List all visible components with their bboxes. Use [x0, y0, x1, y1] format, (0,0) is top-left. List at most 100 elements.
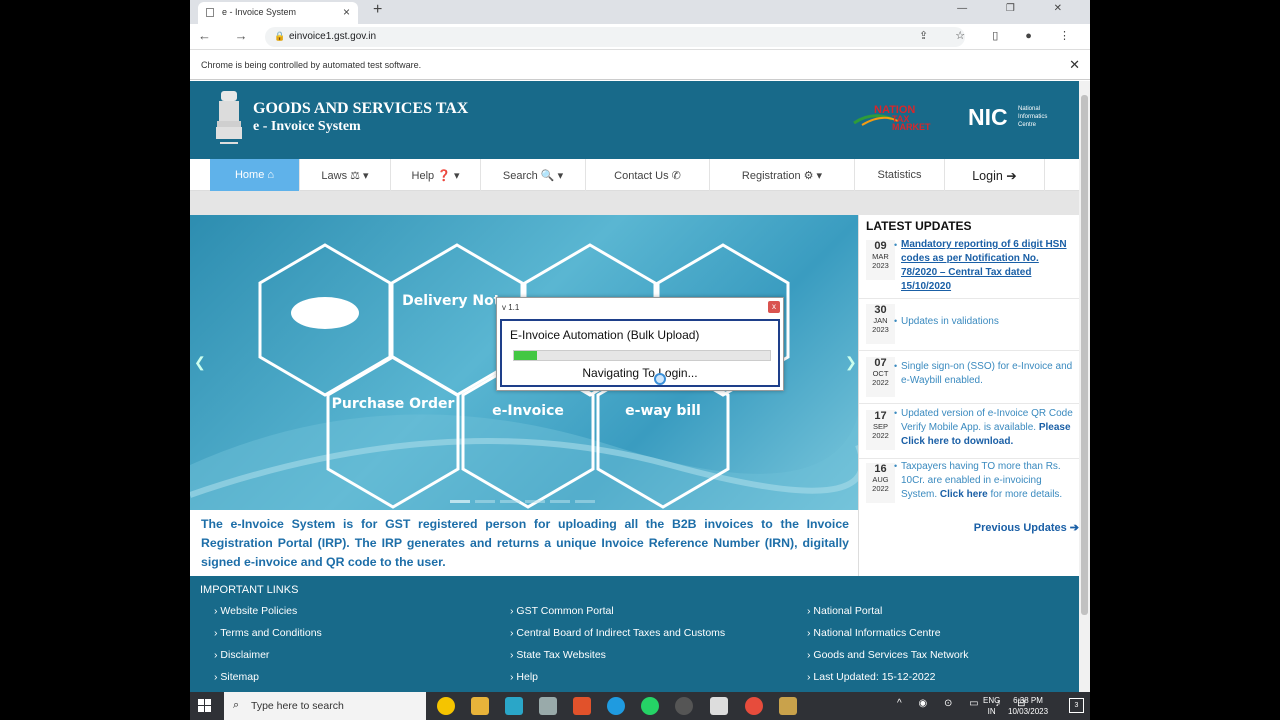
menu-item-contact[interactable]: Contact Us ✆	[586, 159, 710, 191]
carousel-label-einvoice: e-Invoice	[492, 403, 564, 419]
menu-item-help[interactable]: Help ❓ ▾	[391, 159, 481, 191]
notification-icon[interactable]: 3	[1069, 698, 1084, 713]
update-item: 09 MAR 2023 • Mandatory reporting of 6 d…	[859, 237, 1079, 299]
update-item: 17 SEP 2022 • Updated version of e-Invoi…	[859, 404, 1079, 459]
footer-title: IMPORTANT LINKS	[200, 584, 299, 596]
menu-item-registration[interactable]: Registration ⚙ ▾	[710, 159, 855, 191]
close-dialog-button[interactable]: x	[768, 301, 780, 313]
menu-spacer	[190, 191, 1079, 215]
scrollbar-thumb[interactable]	[1081, 95, 1088, 615]
windows-taskbar: ⌕ Type here to search ^ ◉ ⊙ ▭ ♪ ⊟ ENG IN…	[190, 692, 1090, 720]
menu-item-login[interactable]: Login ➔	[945, 159, 1045, 191]
windows-start-icon[interactable]	[198, 699, 212, 713]
edge-icon[interactable]	[607, 697, 625, 715]
new-tab-button[interactable]: +	[373, 1, 382, 19]
update-date: 17 SEP 2022	[866, 410, 895, 450]
dialog-title: E-Invoice Automation (Bulk Upload)	[510, 328, 700, 342]
main-content: Delivery Note Purchase Order e-Invoice e…	[190, 215, 1079, 576]
dialog-status: Navigating To Login...	[582, 366, 698, 380]
dialog-header: v 1.1 x	[497, 298, 783, 318]
menu-item-statistics[interactable]: Statistics	[855, 159, 945, 191]
intro-paragraph: The e-Invoice System is for GST register…	[201, 517, 849, 569]
window-controls[interactable]: — ❐ ✕	[957, 3, 1080, 14]
url-bar[interactable]: 🔒 einvoice1.gst.gov.in	[265, 27, 965, 47]
update-item: 07 OCT 2022 • Single sign-on (SSO) for e…	[859, 351, 1079, 404]
language-indicator[interactable]: ENG IN	[983, 695, 1000, 717]
notepad-icon[interactable]	[710, 697, 728, 715]
update-text: Single sign-on (SSO) for e-Invoice and e…	[901, 361, 1073, 386]
whatsapp-icon[interactable]	[641, 697, 659, 715]
footer-link[interactable]: › State Tax Websites	[510, 649, 606, 661]
browser-tab[interactable]: e - Invoice System ×	[198, 2, 358, 24]
snapchat-icon[interactable]	[437, 697, 455, 715]
close-infobar-icon[interactable]: ✕	[1069, 57, 1080, 73]
chrome-icon[interactable]	[745, 697, 763, 715]
carousel-indicator[interactable]	[525, 500, 545, 503]
update-text: Taxpayers having TO more than Rs. 10Cr. …	[901, 461, 1063, 500]
carousel-prev-icon[interactable]: ❮	[194, 354, 206, 371]
file-explorer-icon[interactable]	[471, 697, 489, 715]
obs-icon[interactable]	[675, 697, 693, 715]
brave-icon[interactable]	[573, 697, 591, 715]
dialog-body: E-Invoice Automation (Bulk Upload) Navig…	[500, 319, 780, 387]
infobar-text: Chrome is being controlled by automated …	[201, 60, 422, 70]
details-link[interactable]: Click here	[940, 489, 988, 500]
footer-link[interactable]: › Help	[510, 671, 538, 683]
tab-strip: e - Invoice System × + — ❐ ✕	[190, 0, 1090, 24]
svg-text:MARKET: MARKET	[892, 122, 931, 131]
search-icon: ⌕	[233, 699, 240, 711]
page-favicon-icon	[206, 8, 214, 17]
page-scrollbar[interactable]	[1079, 81, 1090, 692]
taskbar-search-input[interactable]: ⌕ Type here to search	[224, 692, 426, 720]
carousel-indicator[interactable]	[500, 500, 520, 503]
menu-item-laws[interactable]: Laws ⚖ ▾	[300, 159, 391, 191]
carousel-indicator[interactable]	[575, 500, 595, 503]
update-item: 30 JAN 2023 • Updates in validations	[859, 299, 1079, 351]
svg-text:National: National	[1018, 106, 1040, 112]
busy-cursor-icon	[654, 373, 666, 385]
toolbar-icons[interactable]: ⇪ ☆ ▯ ● ⋮	[919, 29, 1082, 42]
menu-item-search[interactable]: Search 🔍 ▾	[481, 159, 586, 191]
lock-icon[interactable]: 🔒	[274, 31, 285, 42]
latest-updates-panel: LATEST UPDATES 09 MAR 2023 • Mandatory r…	[858, 215, 1079, 576]
nic-logo: NIC National Informatics Centre	[968, 104, 1047, 130]
footer-link[interactable]: › Goods and Services Tax Network	[807, 649, 968, 661]
menu-item-home[interactable]: Home ⌂	[210, 159, 300, 191]
carousel-indicator[interactable]	[450, 500, 470, 503]
updates-title: LATEST UPDATES	[866, 219, 972, 233]
footer-link[interactable]: › National Portal	[807, 605, 882, 617]
footer-link[interactable]: › Disclaimer	[214, 649, 269, 661]
footer-link[interactable]: › Last Updated: 15-12-2022	[807, 671, 935, 683]
handshake-icon	[291, 297, 359, 329]
footer-link[interactable]: › National Informatics Centre	[807, 627, 941, 639]
footer-link[interactable]: › Website Policies	[214, 605, 297, 617]
update-text: Updates in validations	[901, 316, 999, 327]
nation-tax-market-logo: NATION TAX MARKET	[853, 104, 931, 131]
carousel-indicator[interactable]	[550, 500, 570, 503]
carousel-indicator[interactable]	[475, 500, 495, 503]
previous-updates-link[interactable]: Previous Updates ➔	[974, 521, 1079, 534]
update-date: 16 AUG 2022	[866, 463, 895, 503]
update-text: Updated version of e-Invoice QR Code Ver…	[901, 408, 1073, 447]
bullet-icon: •	[894, 240, 898, 250]
app-icon[interactable]	[505, 697, 523, 715]
footer-link[interactable]: › Sitemap	[214, 671, 259, 683]
svg-text:Centre: Centre	[1018, 122, 1037, 128]
footer-link[interactable]: › GST Common Portal	[510, 605, 614, 617]
footer-link[interactable]: › Central Board of Indirect Taxes and Cu…	[510, 627, 725, 639]
clock[interactable]: 6:38 PM 10/03/2023	[1008, 695, 1048, 717]
footer-link[interactable]: › Terms and Conditions	[214, 627, 322, 639]
carousel-next-icon[interactable]: ❯	[845, 354, 857, 371]
bullet-icon: •	[894, 316, 898, 326]
update-item: 16 AUG 2022 • Taxpayers having TO more t…	[859, 459, 1079, 511]
bullet-icon: •	[894, 361, 898, 371]
carousel-label-ewaybill: e-way bill	[625, 403, 701, 419]
close-tab-icon[interactable]: ×	[343, 5, 350, 19]
update-date: 07 OCT 2022	[866, 357, 895, 397]
carousel-label-purchase: Purchase Order	[332, 396, 455, 412]
app-icon[interactable]	[539, 697, 557, 715]
update-date: 09 MAR 2023	[866, 240, 895, 280]
app-icon[interactable]	[779, 697, 797, 715]
update-link[interactable]: Mandatory reporting of 6 digit HSN codes…	[901, 238, 1077, 294]
site-header: GOODS AND SERVICES TAX e - Invoice Syste…	[190, 81, 1079, 159]
